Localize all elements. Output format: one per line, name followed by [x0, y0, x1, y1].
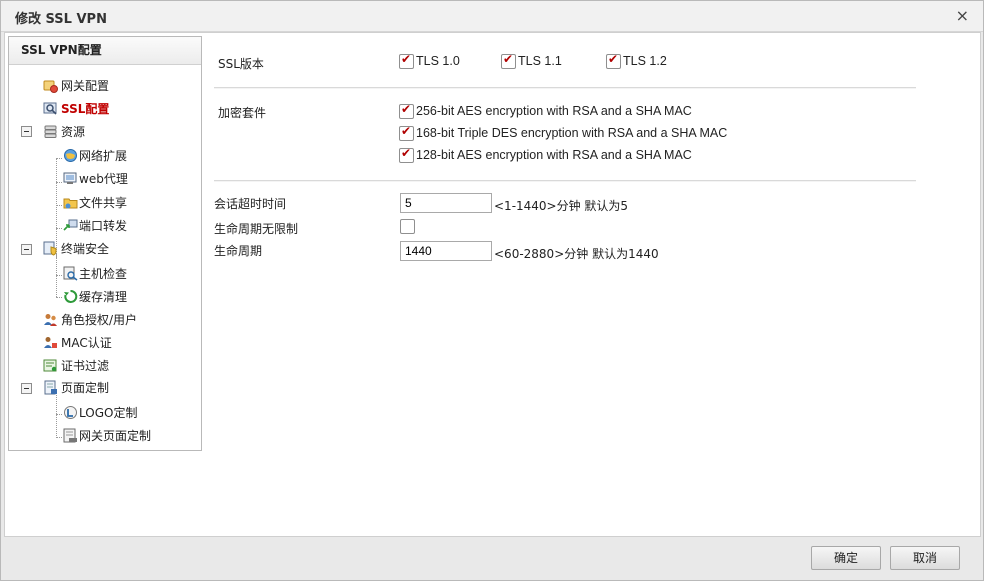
tree-item-resources[interactable]: 资源	[43, 121, 85, 141]
tree-item-label: 资源	[61, 124, 86, 139]
session-timeout-hint: <1-1440>分钟 默认为5	[494, 199, 629, 213]
tree-item-host-check[interactable]: 主机检查	[63, 263, 127, 283]
tls-1-2-label: TLS 1.2	[623, 54, 667, 68]
tree-item-label: SSL配置	[61, 101, 110, 116]
config-tree: SSL VPN配置 网关配置 SSL配置 资源 网络扩展 web代理 文件共享 …	[8, 36, 202, 451]
gateway-config-icon	[43, 78, 58, 93]
tree-item-cache-clean[interactable]: 缓存清理	[63, 286, 127, 306]
cipher-3des-label: 168-bit Triple DES encryption with RSA a…	[416, 126, 728, 140]
close-icon[interactable]: ×	[956, 6, 969, 25]
tree-item-label: 页面定制	[61, 380, 110, 395]
tree-item-certificate-filter[interactable]: 证书过滤	[43, 355, 109, 375]
tree-item-label: 文件共享	[79, 195, 128, 210]
cipher-aes128-label: 128-bit AES encryption with RSA and a SH…	[416, 148, 692, 162]
tree-item-label: 缓存清理	[79, 289, 128, 304]
cipher-3des-checkbox[interactable]	[399, 124, 414, 141]
tree-item-label: 角色授权/用户	[61, 312, 138, 327]
edit-ssl-vpn-dialog: 修改 SSL VPN × SSL VPN配置 网关配置 SSL配置 资源 网络扩…	[0, 0, 984, 581]
network-extension-icon	[63, 148, 78, 163]
role-user-icon	[43, 312, 58, 327]
dialog-title: 修改 SSL VPN	[15, 12, 107, 27]
dialog-body: SSL VPN配置 网关配置 SSL配置 资源 网络扩展 web代理 文件共享 …	[4, 32, 981, 537]
tls-1-1-checkbox[interactable]	[501, 52, 516, 69]
terminal-security-icon	[43, 241, 58, 256]
dialog-titlebar: 修改 SSL VPN ×	[1, 1, 983, 32]
collapse-resources-toggle[interactable]	[21, 126, 32, 137]
ok-button[interactable]: 确定	[811, 546, 881, 570]
tree-item-network-extension[interactable]: 网络扩展	[63, 145, 127, 165]
tree-item-label: 证书过滤	[61, 358, 110, 373]
tree-item-logo-custom[interactable]: LOGO定制	[63, 402, 137, 422]
page-custom-icon	[43, 380, 58, 395]
divider	[214, 180, 916, 182]
tls-1-0-checkbox[interactable]	[399, 52, 414, 69]
tree-item-port-forward[interactable]: 端口转发	[63, 215, 127, 235]
tree-item-web-proxy[interactable]: web代理	[63, 168, 128, 188]
session-timeout-label: 会话超时时间	[214, 197, 287, 211]
ssl-config-form: SSL版本 TLS 1.0 TLS 1.1 TLS 1.2 加密套件 256-b…	[211, 33, 971, 533]
cipher-aes256-checkbox[interactable]	[399, 102, 414, 119]
tree-item-label: 主机检查	[79, 266, 128, 281]
tree-item-label: web代理	[79, 171, 128, 186]
tree-header: SSL VPN配置	[9, 37, 201, 65]
gateway-page-icon	[63, 428, 78, 443]
tree-item-mac-auth[interactable]: MAC认证	[43, 332, 112, 352]
tree-item-file-share[interactable]: 文件共享	[63, 192, 127, 212]
tree-item-role-user[interactable]: 角色授权/用户	[43, 309, 137, 329]
tree-item-label: 终端安全	[61, 241, 110, 256]
tree-item-label: 网关页面定制	[79, 428, 152, 443]
web-proxy-icon	[63, 171, 78, 186]
lifetime-input[interactable]	[400, 241, 492, 261]
lifetime-unlimited-label: 生命周期无限制	[214, 222, 299, 236]
database-icon	[43, 124, 58, 139]
tls-1-2-checkbox[interactable]	[606, 52, 621, 69]
tree-item-gateway-page[interactable]: 网关页面定制	[63, 425, 151, 445]
tree-item-ssl-config[interactable]: SSL配置	[43, 98, 109, 118]
tree-item-terminal-security[interactable]: 终端安全	[43, 238, 109, 258]
logo-custom-icon	[63, 405, 78, 420]
port-forward-icon	[63, 218, 78, 233]
tls-1-0-label: TLS 1.0	[416, 54, 460, 68]
tree-item-gateway-config[interactable]: 网关配置	[43, 75, 109, 95]
tree-item-label: 端口转发	[79, 218, 128, 233]
cancel-button[interactable]: 取消	[890, 546, 960, 570]
cipher-aes256-label: 256-bit AES encryption with RSA and a SH…	[416, 104, 692, 118]
tree-item-label: 网关配置	[61, 78, 110, 93]
divider	[214, 87, 916, 89]
tree-item-label: LOGO定制	[79, 405, 138, 420]
lifetime-label: 生命周期	[214, 244, 263, 258]
cipher-suite-label: 加密套件	[218, 106, 267, 120]
ssl-version-label: SSL版本	[218, 57, 264, 71]
session-timeout-input[interactable]	[400, 193, 492, 213]
cache-clean-icon	[63, 289, 78, 304]
lifetime-hint: <60-2880>分钟 默认为1440	[494, 247, 659, 261]
collapse-terminal-security-toggle[interactable]	[21, 244, 32, 255]
ssl-config-icon	[43, 101, 58, 116]
tree-item-label: 网络扩展	[79, 148, 128, 163]
host-check-icon	[63, 266, 78, 281]
tls-1-1-label: TLS 1.1	[518, 54, 562, 68]
cipher-aes128-checkbox[interactable]	[399, 146, 414, 163]
mac-auth-icon	[43, 335, 58, 350]
folder-share-icon	[63, 195, 78, 210]
tree-item-page-custom[interactable]: 页面定制	[43, 377, 109, 397]
tree-item-label: MAC认证	[61, 335, 112, 350]
lifetime-unlimited-checkbox[interactable]	[400, 219, 415, 234]
certificate-filter-icon	[43, 358, 58, 373]
collapse-page-custom-toggle[interactable]	[21, 383, 32, 394]
